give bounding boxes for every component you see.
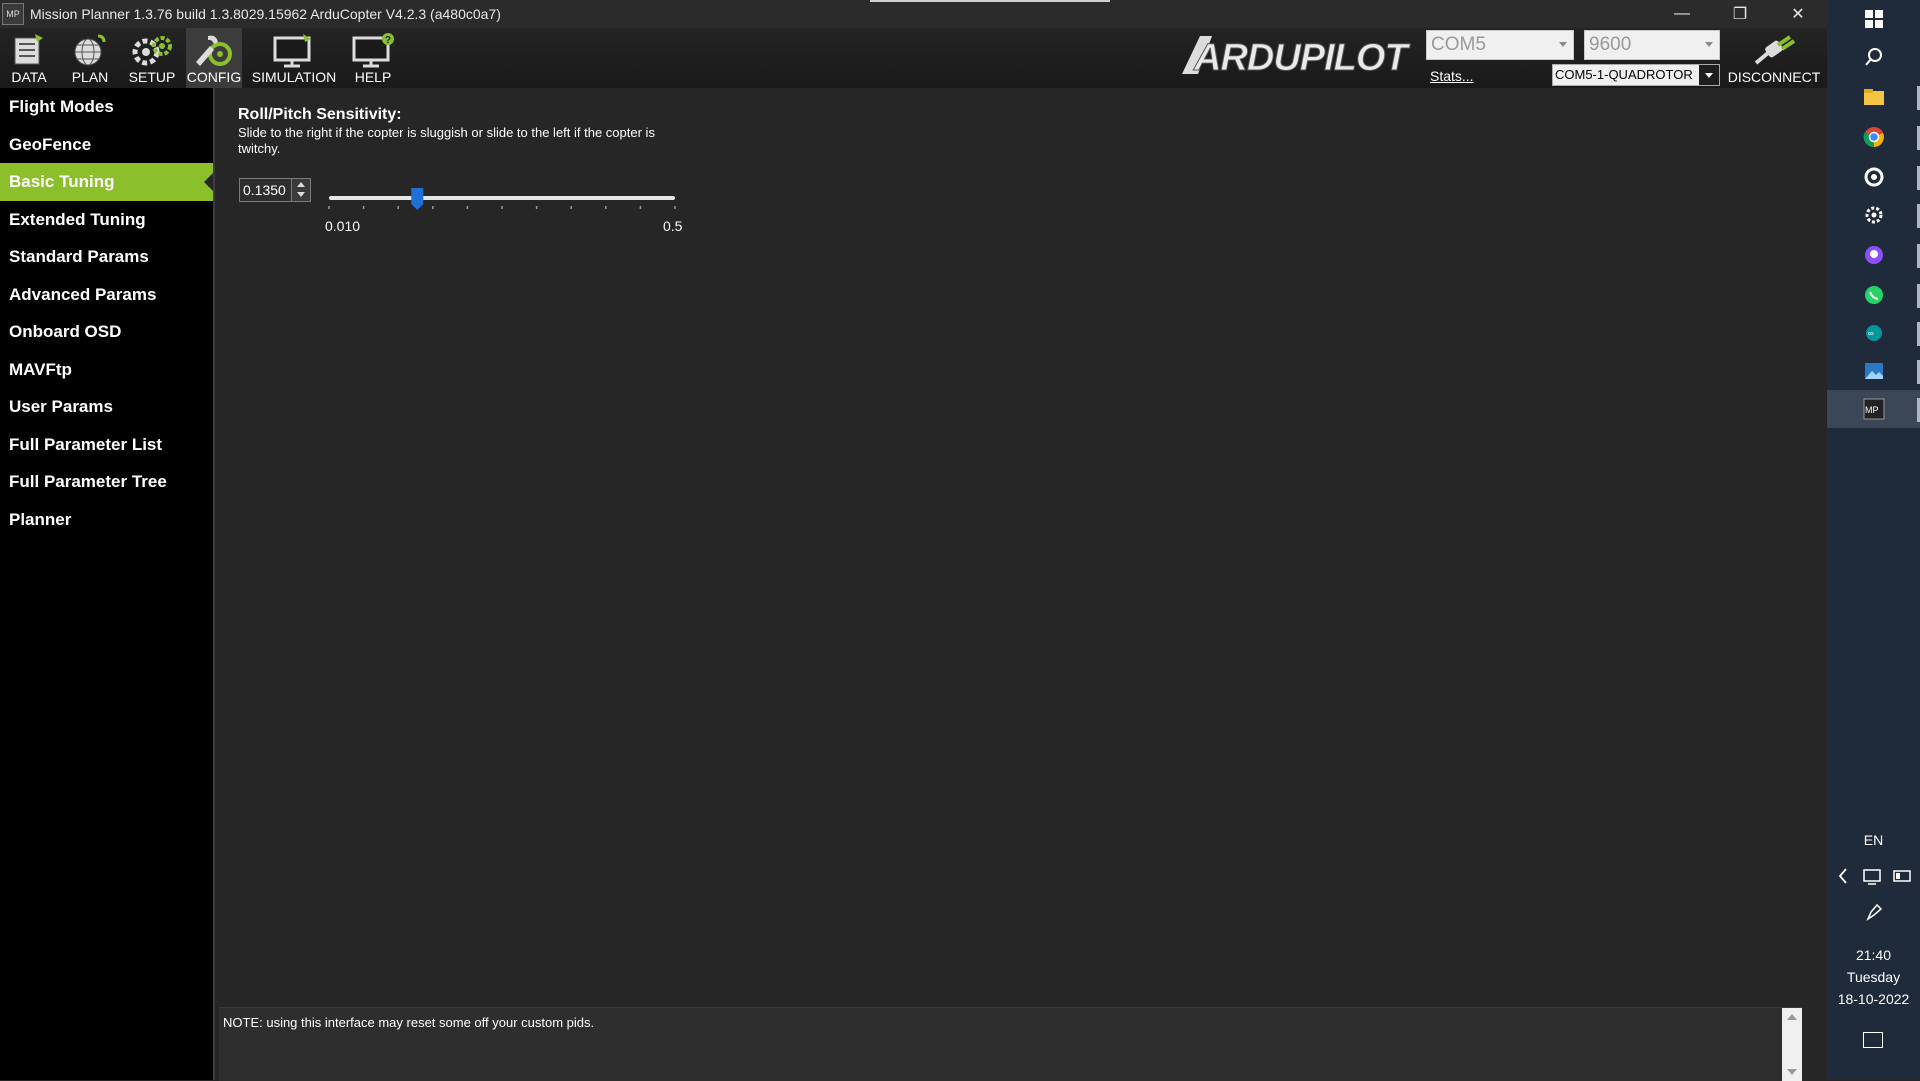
param-title: Roll/Pitch Sensitivity: (238, 106, 402, 123)
stats-link[interactable]: Stats... (1430, 68, 1474, 84)
help-button[interactable]: ? HELP (346, 28, 400, 88)
globe-icon (74, 34, 106, 66)
baud-value: 9600 (1589, 34, 1632, 55)
profile-select[interactable]: COM5-1-QUADROTOR (1552, 64, 1720, 86)
monitor-icon (273, 34, 311, 68)
slider-max-label: 0.5 (663, 218, 683, 234)
plug-icon (1754, 35, 1796, 65)
windows-taskbar: ∞ MP EN 21:40 Tuesday 18-10-2022 (1827, 0, 1920, 1080)
pen-icon[interactable] (1827, 892, 1920, 932)
profile-value: COM5-1-QUADROTOR (1555, 67, 1693, 82)
github-icon[interactable] (1827, 236, 1920, 274)
port-select[interactable]: COM5 (1426, 30, 1574, 60)
sidebar-item-full-parameter-list[interactable]: Full Parameter List (0, 426, 214, 464)
language-indicator[interactable]: EN (1827, 832, 1920, 848)
ardupilot-logo: ARDUPILOT (1182, 36, 1412, 78)
slider-ticks (328, 206, 676, 209)
config-sidebar: Flight Modes GeoFence Basic Tuning Exten… (0, 88, 215, 1080)
svg-text:ARDUPILOT: ARDUPILOT (1193, 37, 1410, 78)
scroll-down-icon[interactable] (1787, 1069, 1797, 1075)
settings-icon[interactable] (1827, 196, 1920, 234)
sidebar-item-advanced-params[interactable]: Advanced Params (0, 276, 214, 314)
sidebar-item-full-parameter-tree[interactable]: Full Parameter Tree (0, 463, 214, 501)
windows-start-icon[interactable] (1827, 0, 1920, 38)
clock-date: 18-10-2022 (1837, 991, 1910, 1007)
window-title: Mission Planner 1.3.76 build 1.3.8029.15… (30, 6, 501, 22)
app-icon: MP (2, 3, 24, 25)
baud-select[interactable]: 9600 (1584, 30, 1720, 60)
data-button[interactable]: DATA (4, 28, 54, 88)
clock-time: 21:40 (1855, 947, 1892, 963)
disconnect-button[interactable]: DISCONNECT (1726, 28, 1822, 88)
chevron-down-icon (1705, 42, 1713, 47)
scroll-up-icon[interactable] (1787, 1014, 1797, 1020)
maximize-button[interactable]: ❐ (1711, 0, 1769, 28)
setup-gear-icon (132, 36, 172, 66)
stepper-down-icon[interactable] (297, 192, 305, 197)
data-label: DATA (11, 69, 47, 85)
sidebar-item-extended-tuning[interactable]: Extended Tuning (0, 201, 214, 239)
port-value: COM5 (1431, 34, 1486, 55)
sidebar-item-geofence[interactable]: GeoFence (0, 126, 214, 164)
plan-button[interactable]: PLAN (64, 28, 116, 88)
sensitivity-value: 0.1350 (243, 182, 286, 198)
tray-icons[interactable] (1827, 856, 1920, 896)
basic-tuning-panel: Roll/Pitch Sensitivity: Slide to the rig… (215, 88, 1827, 1081)
sensitivity-stepper[interactable]: 0.1350 (239, 178, 311, 202)
note-textbox[interactable]: NOTE: using this interface may reset som… (219, 1007, 1802, 1081)
photos-icon[interactable] (1827, 352, 1920, 390)
chrome-icon[interactable] (1827, 118, 1920, 156)
title-bar: MP Mission Planner 1.3.76 build 1.3.8029… (0, 0, 1827, 28)
svg-text:?: ? (385, 35, 391, 46)
setup-label: SETUP (128, 69, 176, 85)
notification-icon[interactable] (1863, 1032, 1883, 1048)
note-text: NOTE: using this interface may reset som… (223, 1015, 595, 1030)
disconnect-label: DISCONNECT (1727, 69, 1821, 85)
slider-thumb (411, 188, 424, 210)
sidebar-item-mavftp[interactable]: MAVFtp (0, 351, 214, 389)
close-button[interactable]: ✕ (1769, 0, 1827, 28)
help-label: HELP (354, 69, 392, 85)
simulation-button[interactable]: SIMULATION (250, 28, 338, 88)
chevron-down-icon[interactable] (1699, 65, 1719, 85)
svg-text:MP: MP (1865, 405, 1879, 415)
search-icon[interactable] (1827, 38, 1920, 76)
whatsapp-icon[interactable] (1827, 276, 1920, 314)
sensitivity-slider[interactable] (327, 168, 687, 218)
setup-button[interactable]: SETUP (124, 28, 180, 88)
sidebar-item-user-params[interactable]: User Params (0, 388, 214, 426)
file-explorer-icon[interactable] (1827, 78, 1920, 116)
sidebar-item-onboard-osd[interactable]: Onboard OSD (0, 313, 214, 351)
slider-min-label: 0.010 (325, 218, 361, 234)
param-description: Slide to the right if the copter is slug… (238, 125, 655, 156)
minimize-button[interactable]: — (1653, 0, 1711, 28)
slider-track (329, 196, 675, 200)
config-button[interactable]: CONFIG (186, 28, 242, 88)
arduino-icon[interactable]: ∞ (1827, 314, 1920, 352)
sidebar-item-flight-modes[interactable]: Flight Modes (0, 88, 214, 126)
app-icon[interactable] (1827, 158, 1920, 196)
config-label: CONFIG (186, 69, 242, 85)
svg-text:∞: ∞ (1868, 329, 1874, 338)
sidebar-item-standard-params[interactable]: Standard Params (0, 238, 214, 276)
clock-day: Tuesday (1846, 969, 1901, 985)
config-tools-icon (196, 35, 232, 66)
sidebar-item-planner[interactable]: Planner (0, 501, 214, 539)
note-scrollbar[interactable] (1782, 1008, 1802, 1081)
help-monitor-icon: ? (352, 33, 394, 68)
chevron-down-icon (1559, 42, 1567, 47)
mission-planner-icon[interactable]: MP (1827, 390, 1920, 428)
data-icon (14, 34, 43, 65)
simulation-label: SIMULATION (251, 69, 337, 85)
taskbar-clock[interactable]: 21:40 Tuesday 18-10-2022 (1827, 944, 1920, 1010)
title-bar-highlight (870, 0, 1110, 2)
plan-label: PLAN (71, 69, 109, 85)
stepper-up-icon[interactable] (297, 182, 305, 187)
sidebar-item-basic-tuning[interactable]: Basic Tuning (0, 163, 215, 201)
